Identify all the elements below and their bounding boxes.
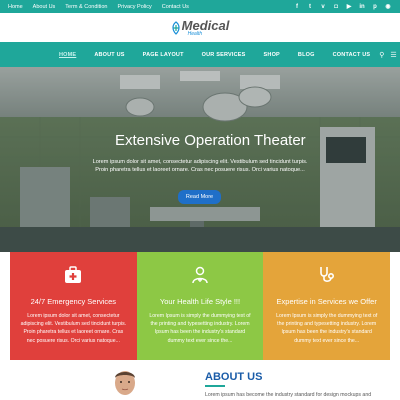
feature-text: Lorem ipsum dolor sit amet, consectetur … bbox=[20, 313, 127, 344]
top-bar: Home About Us Term & Condition Privacy P… bbox=[0, 0, 400, 13]
vimeo-icon[interactable]: v bbox=[319, 3, 327, 11]
hero-description: Lorem ipsum dolor sit amet, consectetur … bbox=[92, 159, 308, 173]
about-text: Lorem ipsum has become the industry stan… bbox=[205, 392, 372, 398]
about-section: ABOUT US Lorem ipsum has become the indu… bbox=[0, 360, 400, 400]
nav-item-contact-us[interactable]: CONTACT US bbox=[324, 52, 380, 58]
feature-title: 24/7 Emergency Services bbox=[30, 297, 117, 306]
rss-icon[interactable]: ◉ bbox=[384, 3, 392, 11]
instagram-icon[interactable]: ◘ bbox=[332, 3, 340, 11]
search-icon[interactable]: ⚲ bbox=[379, 51, 384, 59]
about-title: ABOUT US bbox=[205, 371, 263, 383]
read-more-button[interactable]: Read More bbox=[178, 190, 221, 204]
feature-box-emergency[interactable]: 24/7 Emergency Services Lorem ipsum dolo… bbox=[10, 252, 137, 360]
feature-text: Lorem Ipsum is simply the dummying text … bbox=[149, 313, 251, 344]
logo-subtitle: Health bbox=[187, 30, 203, 37]
first-aid-kit-icon bbox=[65, 266, 82, 283]
logo-mark-icon bbox=[172, 20, 180, 35]
twitter-icon[interactable]: t bbox=[306, 3, 314, 11]
main-nav: HOME ABOUT US PAGE LAYOUT OUR SERVICES S… bbox=[0, 42, 400, 67]
hero-slider: Extensive Operation Theater Lorem ipsum … bbox=[0, 67, 400, 252]
top-link-contact-us[interactable]: Contact Us bbox=[162, 4, 189, 10]
nav-item-about-us[interactable]: ABOUT US bbox=[85, 52, 133, 58]
feature-title: Your Health Life Style !!! bbox=[159, 297, 241, 306]
facebook-icon[interactable]: f bbox=[293, 3, 301, 11]
nav-item-page-layout[interactable]: PAGE LAYOUT bbox=[134, 52, 193, 58]
youtube-icon[interactable]: ▶ bbox=[345, 3, 353, 11]
nav-item-blog[interactable]: BLOG bbox=[289, 52, 324, 58]
hero-title: Extensive Operation Theater bbox=[115, 132, 306, 149]
logo-title: Medical bbox=[181, 17, 230, 33]
doctor-icon bbox=[192, 266, 208, 284]
top-link-terms[interactable]: Term & Condition bbox=[65, 4, 107, 10]
doctor-photo bbox=[105, 368, 145, 400]
feature-text: Lorem Ipsum is simply the dummying text … bbox=[276, 313, 378, 344]
about-title-underline bbox=[205, 385, 225, 387]
stethoscope-icon bbox=[319, 267, 334, 282]
social-icons: f t v ◘ ▶ in p ◉ bbox=[293, 3, 392, 11]
menu-icon[interactable]: ☰ bbox=[390, 51, 396, 59]
feature-boxes: 24/7 Emergency Services Lorem ipsum dolo… bbox=[10, 252, 391, 360]
top-link-privacy-policy[interactable]: Privacy Policy bbox=[117, 4, 151, 10]
feature-box-health-lifestyle[interactable]: Your Health Life Style !!! Lorem Ipsum i… bbox=[136, 252, 264, 360]
nav-item-shop[interactable]: SHOP bbox=[255, 52, 289, 58]
logo-row: Medical Health bbox=[0, 13, 400, 42]
site-logo[interactable]: Medical Health bbox=[171, 17, 230, 37]
nav-item-home[interactable]: HOME bbox=[50, 52, 85, 58]
top-links: Home About Us Term & Condition Privacy P… bbox=[8, 4, 189, 10]
top-link-about-us[interactable]: About Us bbox=[33, 4, 56, 10]
pinterest-icon[interactable]: p bbox=[371, 3, 379, 11]
top-link-home[interactable]: Home bbox=[8, 4, 23, 10]
nav-item-our-services[interactable]: OUR SERVICES bbox=[193, 52, 255, 58]
feature-title: Expertise in Services we Offer bbox=[276, 297, 377, 306]
feature-box-expertise[interactable]: Expertise in Services we Offer Lorem Ips… bbox=[263, 252, 391, 360]
linkedin-icon[interactable]: in bbox=[358, 3, 366, 11]
